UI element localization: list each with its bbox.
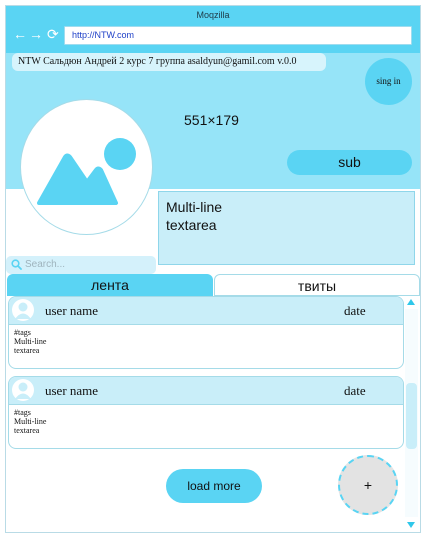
sub-button[interactable]: sub [287,150,412,175]
feed-item[interactable]: user name date #tags Multi-line textarea [8,376,404,449]
user-icon [15,302,31,319]
scroll-up-icon[interactable] [407,299,415,305]
post-body: #tags Multi-line textarea [9,325,403,358]
sign-in-button[interactable]: sing in [365,58,412,105]
search-placeholder: Search... [25,259,66,270]
feed-item[interactable]: user name date #tags Multi-line textarea [8,296,404,369]
arrow-left-icon[interactable]: ← [13,27,27,41]
feed-item-header: user name date [9,377,403,405]
user-avatar[interactable] [12,299,34,321]
reload-icon[interactable]: ⟳ [47,27,59,41]
post-body: #tags Multi-line textarea [9,405,403,438]
post-text-line: textarea [14,426,40,435]
user-name[interactable]: user name [45,303,98,319]
address-text: http://NTW.com [72,30,135,40]
post-tags[interactable]: #tags [14,408,398,417]
browser-titlebar: Moqzilla ← → ⟳ http://NTW.com [6,6,420,53]
tab-tweets[interactable]: твиты [214,274,420,296]
post-date: date [344,303,366,318]
profile-info: NTW Сальдюн Андрей 2 курс 7 группа asald… [12,53,326,71]
post-text-line: Multi-line [14,337,47,346]
window-title: Moqzilla [196,10,230,20]
user-icon [15,382,31,399]
search-icon [11,259,22,270]
scroll-down-icon[interactable] [407,522,415,528]
feed-item-header: user name date [9,297,403,325]
browser-window: Moqzilla ← → ⟳ http://NTW.com NTW Сальдю… [5,5,421,533]
scrollbar-thumb[interactable] [406,383,417,449]
post-text-line: textarea [14,346,40,355]
banner-size-label: 551×179 [184,112,239,128]
address-bar[interactable]: http://NTW.com [64,26,412,45]
post-text-line: Multi-line [14,417,47,426]
search-input[interactable]: Search... [6,256,156,274]
user-name[interactable]: user name [45,383,98,399]
feed-scrollbar[interactable] [404,297,419,531]
tab-feed[interactable]: лента [7,274,213,296]
image-placeholder-icon [37,138,136,205]
post-tags[interactable]: #tags [14,328,398,337]
profile-avatar[interactable] [20,99,153,235]
user-avatar[interactable] [12,379,34,401]
load-more-button[interactable]: load more [166,469,262,503]
bio-textarea[interactable]: Multi-line textarea [158,191,415,265]
post-date: date [344,383,366,398]
add-post-button[interactable]: + [338,455,398,515]
arrow-right-icon[interactable]: → [29,27,43,41]
